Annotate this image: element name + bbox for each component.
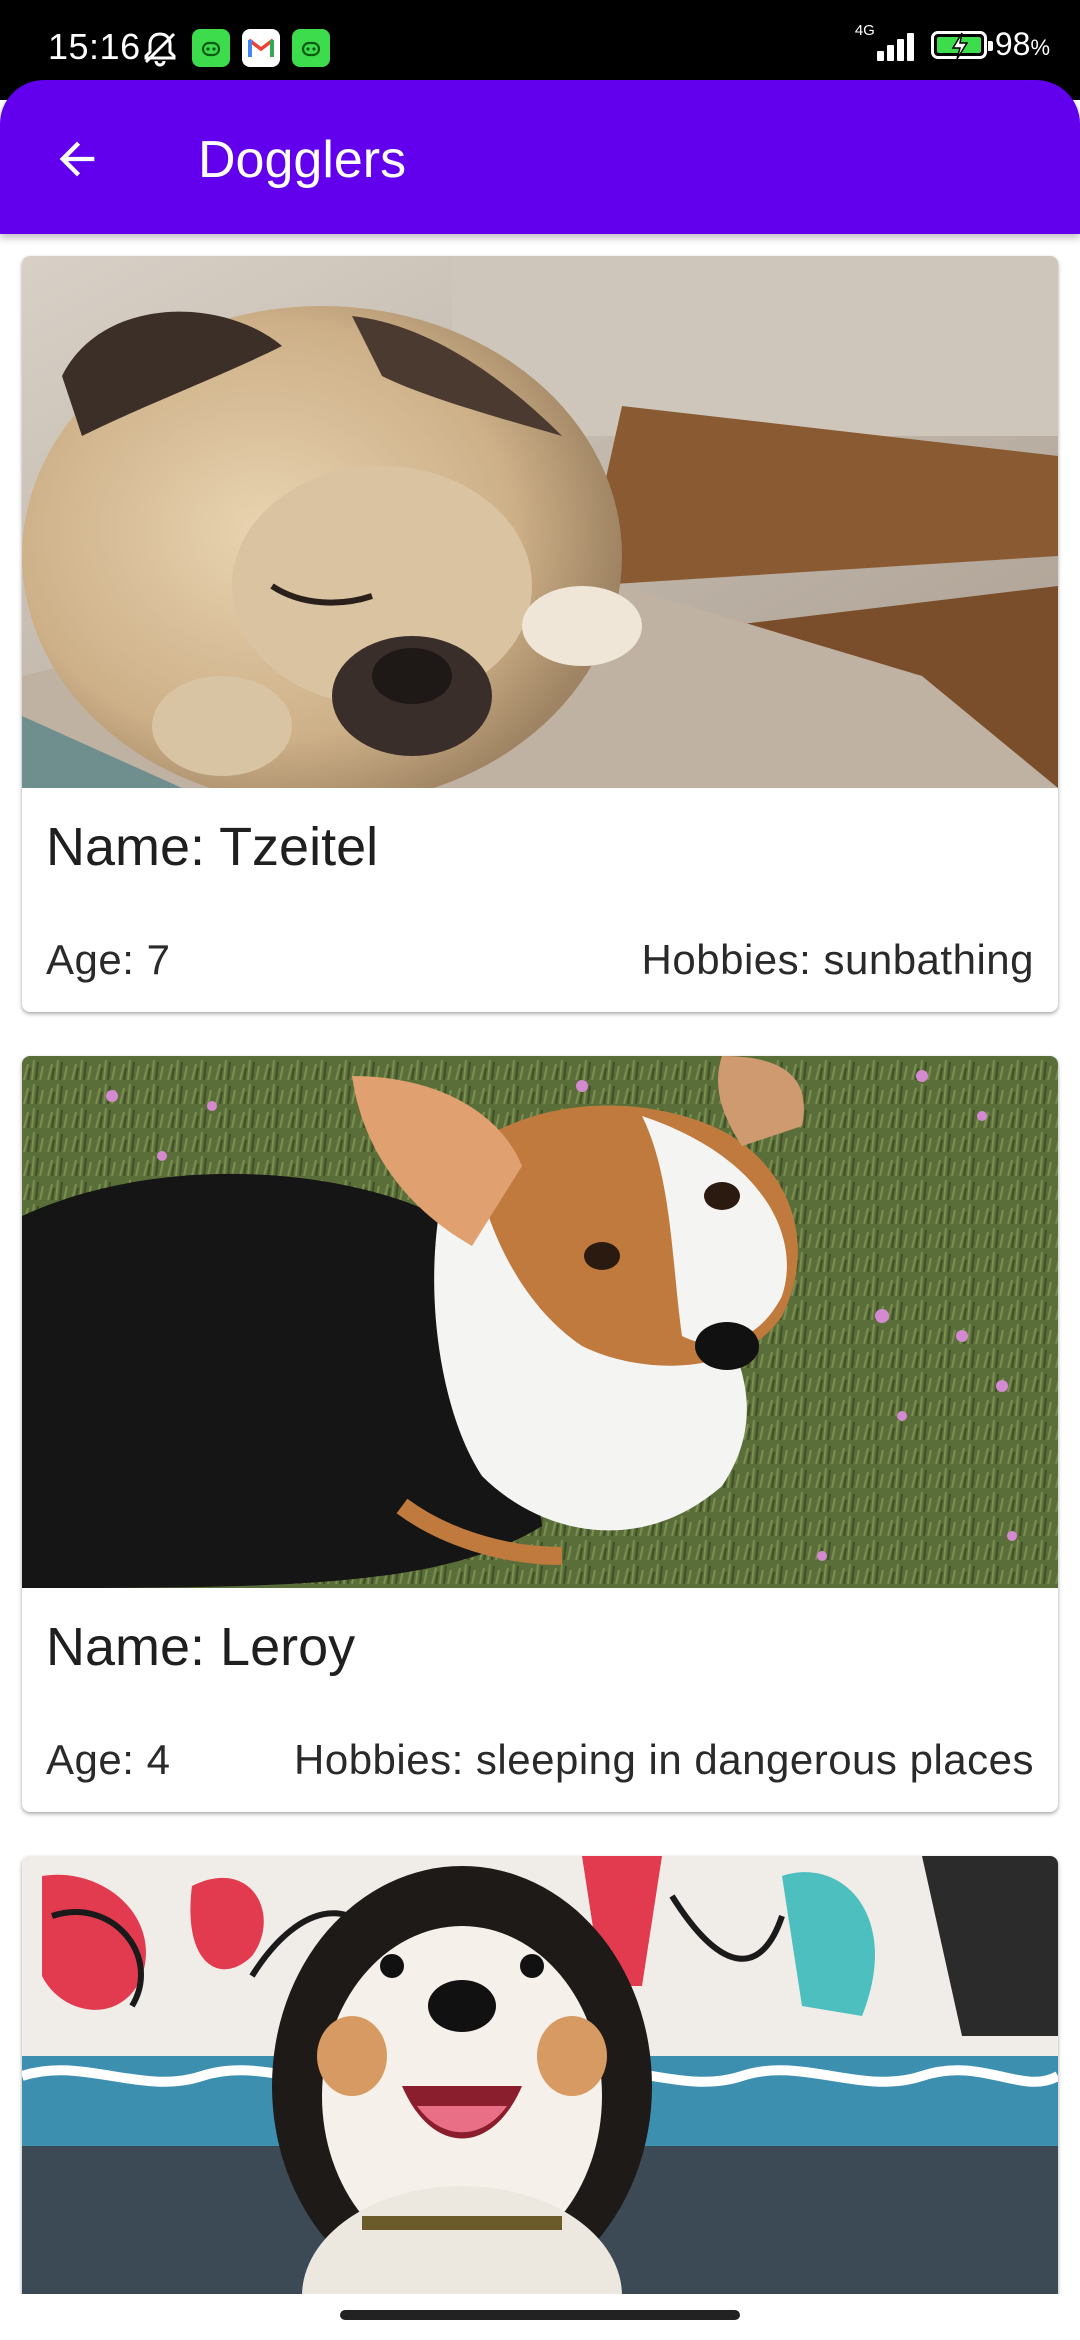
battery-percent: 98%	[994, 26, 1050, 62]
dog-card[interactable]	[22, 1856, 1058, 2294]
notifications-off-icon	[140, 28, 180, 68]
android-app-icon	[292, 29, 330, 67]
battery-charging-icon	[930, 30, 993, 59]
dog-photo-leroy	[22, 1056, 1058, 1588]
back-button[interactable]	[46, 128, 108, 190]
app-title: Dogglers	[198, 131, 407, 189]
dog-name: Name: Tzeitel	[46, 817, 379, 877]
status-time: 15:16	[48, 26, 141, 67]
dog-name: Name: Leroy	[46, 1617, 356, 1677]
dog-list[interactable]: Name: Tzeitel Age: 7 Hobbies: sunbathing	[0, 234, 1080, 2294]
android-app-icon	[192, 29, 230, 67]
network-type: 4G	[854, 22, 875, 39]
app-bar: Dogglers	[0, 80, 1080, 234]
dog-age: Age: 4	[46, 1736, 171, 1783]
arrow-back-icon	[59, 141, 95, 177]
signal-icon	[876, 29, 917, 61]
status-system-icons: 4G 98%	[855, 22, 1050, 63]
gesture-nav-handle[interactable]	[340, 2310, 740, 2320]
gmail-icon	[242, 29, 280, 67]
dog-photo-tzeitel	[22, 256, 1058, 788]
dog-card[interactable]: Name: Leroy Age: 4 Hobbies: sleeping in …	[22, 1056, 1058, 1812]
status-notification-icons	[140, 28, 342, 68]
dog-hobbies: Hobbies: sunbathing	[641, 936, 1034, 983]
dog-photo-third	[22, 1856, 1058, 2294]
dog-age: Age: 7	[46, 936, 171, 983]
dog-card[interactable]: Name: Tzeitel Age: 7 Hobbies: sunbathing	[22, 256, 1058, 1012]
dog-hobbies: Hobbies: sleeping in dangerous places	[294, 1736, 1034, 1783]
